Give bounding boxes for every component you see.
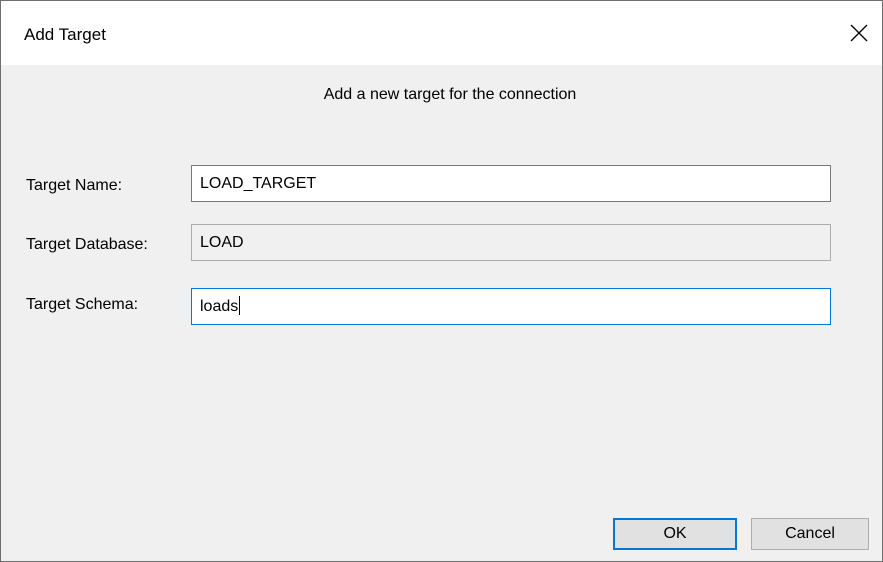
dialog-title: Add Target bbox=[24, 25, 106, 44]
target-name-field[interactable]: LOAD_TARGET bbox=[191, 165, 831, 202]
text-caret bbox=[239, 296, 241, 316]
close-button[interactable] bbox=[836, 1, 882, 65]
cancel-button[interactable]: Cancel bbox=[751, 518, 869, 550]
target-database-field[interactable]: LOAD bbox=[191, 224, 831, 261]
add-target-dialog: Add Target Add a new target for the conn… bbox=[0, 0, 883, 562]
target-name-label: Target Name: bbox=[26, 177, 123, 194]
close-icon bbox=[850, 24, 868, 42]
title-bar: Add Target bbox=[1, 1, 882, 65]
ok-button[interactable]: OK bbox=[613, 518, 737, 550]
target-schema-label: Target Schema: bbox=[26, 296, 139, 313]
target-database-label: Target Database: bbox=[26, 236, 148, 253]
target-schema-value: loads bbox=[200, 298, 239, 315]
target-name-value: LOAD_TARGET bbox=[200, 175, 317, 192]
target-database-value: LOAD bbox=[200, 234, 244, 251]
target-schema-field[interactable]: loads bbox=[191, 288, 831, 325]
dialog-subtitle: Add a new target for the connection bbox=[323, 86, 577, 103]
